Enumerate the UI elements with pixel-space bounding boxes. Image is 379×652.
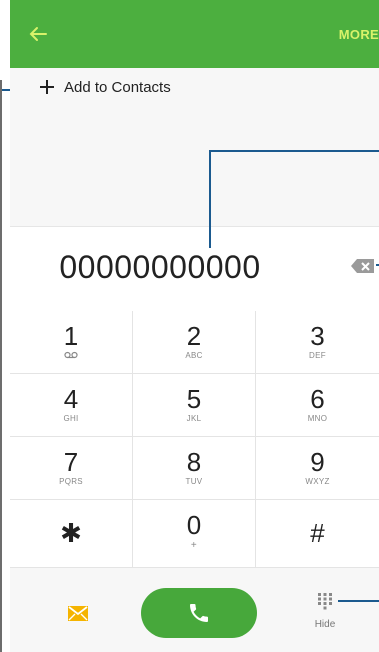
key-letters: JKL [186, 414, 202, 423]
key-digit: 3 [310, 321, 325, 351]
key-4[interactable]: 4 GHI [10, 374, 133, 437]
callout-line-hide [338, 600, 379, 602]
more-button[interactable]: MORE [339, 27, 379, 42]
voicemail-icon [10, 351, 132, 361]
key-letters: PQRS [59, 477, 83, 486]
app-bar: MORE [10, 0, 379, 68]
key-1[interactable]: 1 [10, 311, 133, 374]
key-letters: + [190, 540, 198, 551]
message-icon[interactable] [68, 606, 88, 626]
key-letters: ABC [185, 351, 203, 360]
key-digit: 0 [186, 510, 202, 540]
key-digit: 7 [63, 447, 79, 477]
key-digit: 2 [186, 321, 202, 351]
key-digit: 1 [63, 321, 79, 351]
dialed-number: 00000000000 [59, 249, 261, 285]
key-digit: ✱ [60, 518, 82, 548]
key-digit: 5 [186, 384, 202, 414]
backspace-icon[interactable] [350, 257, 376, 280]
key-letters: MNO [307, 414, 328, 423]
key-letters: WXYZ [305, 477, 330, 486]
callout-line-number-horizontal [209, 150, 379, 152]
key-letters: TUV [185, 477, 203, 486]
hide-label: Hide [314, 619, 336, 630]
key-letters: GHI [63, 414, 79, 423]
key-8[interactable]: 8 TUV [133, 437, 256, 500]
key-digit: 4 [63, 384, 79, 414]
key-star[interactable]: ✱ [10, 500, 133, 568]
key-7[interactable]: 7 PQRS [10, 437, 133, 500]
plus-icon [38, 78, 56, 96]
key-hash[interactable]: # [256, 500, 379, 568]
callout-line-number-vertical [209, 150, 211, 248]
phone-icon [187, 601, 211, 630]
keypad-grid-icon [317, 593, 333, 614]
key-digit: 8 [186, 447, 202, 477]
key-0[interactable]: 0 + [133, 500, 256, 568]
dialer-screen: MORE Add to Contacts 00000000000 1 2 ABC… [10, 0, 379, 652]
call-button[interactable] [141, 588, 257, 638]
back-arrow-icon[interactable] [24, 20, 52, 48]
key-letters: DEF [309, 351, 326, 360]
key-digit: # [310, 518, 325, 548]
hide-keypad-button[interactable]: Hide [300, 592, 350, 630]
callout-line-left-edge [0, 80, 2, 652]
key-2[interactable]: 2 ABC [133, 311, 256, 374]
keypad: 1 2 ABC 3 DEF 4 GHI 5 JKL 6 MNO 7 PQRS 8… [10, 311, 379, 568]
number-display-area: 00000000000 [10, 226, 379, 313]
key-3[interactable]: 3 DEF [256, 311, 379, 374]
key-digit: 6 [310, 384, 325, 414]
add-to-contacts-label: Add to Contacts [64, 78, 171, 96]
key-9[interactable]: 9 WXYZ [256, 437, 379, 500]
key-5[interactable]: 5 JKL [133, 374, 256, 437]
add-to-contacts-button[interactable]: Add to Contacts [38, 74, 171, 100]
key-6[interactable]: 6 MNO [256, 374, 379, 437]
key-digit: 9 [310, 447, 325, 477]
